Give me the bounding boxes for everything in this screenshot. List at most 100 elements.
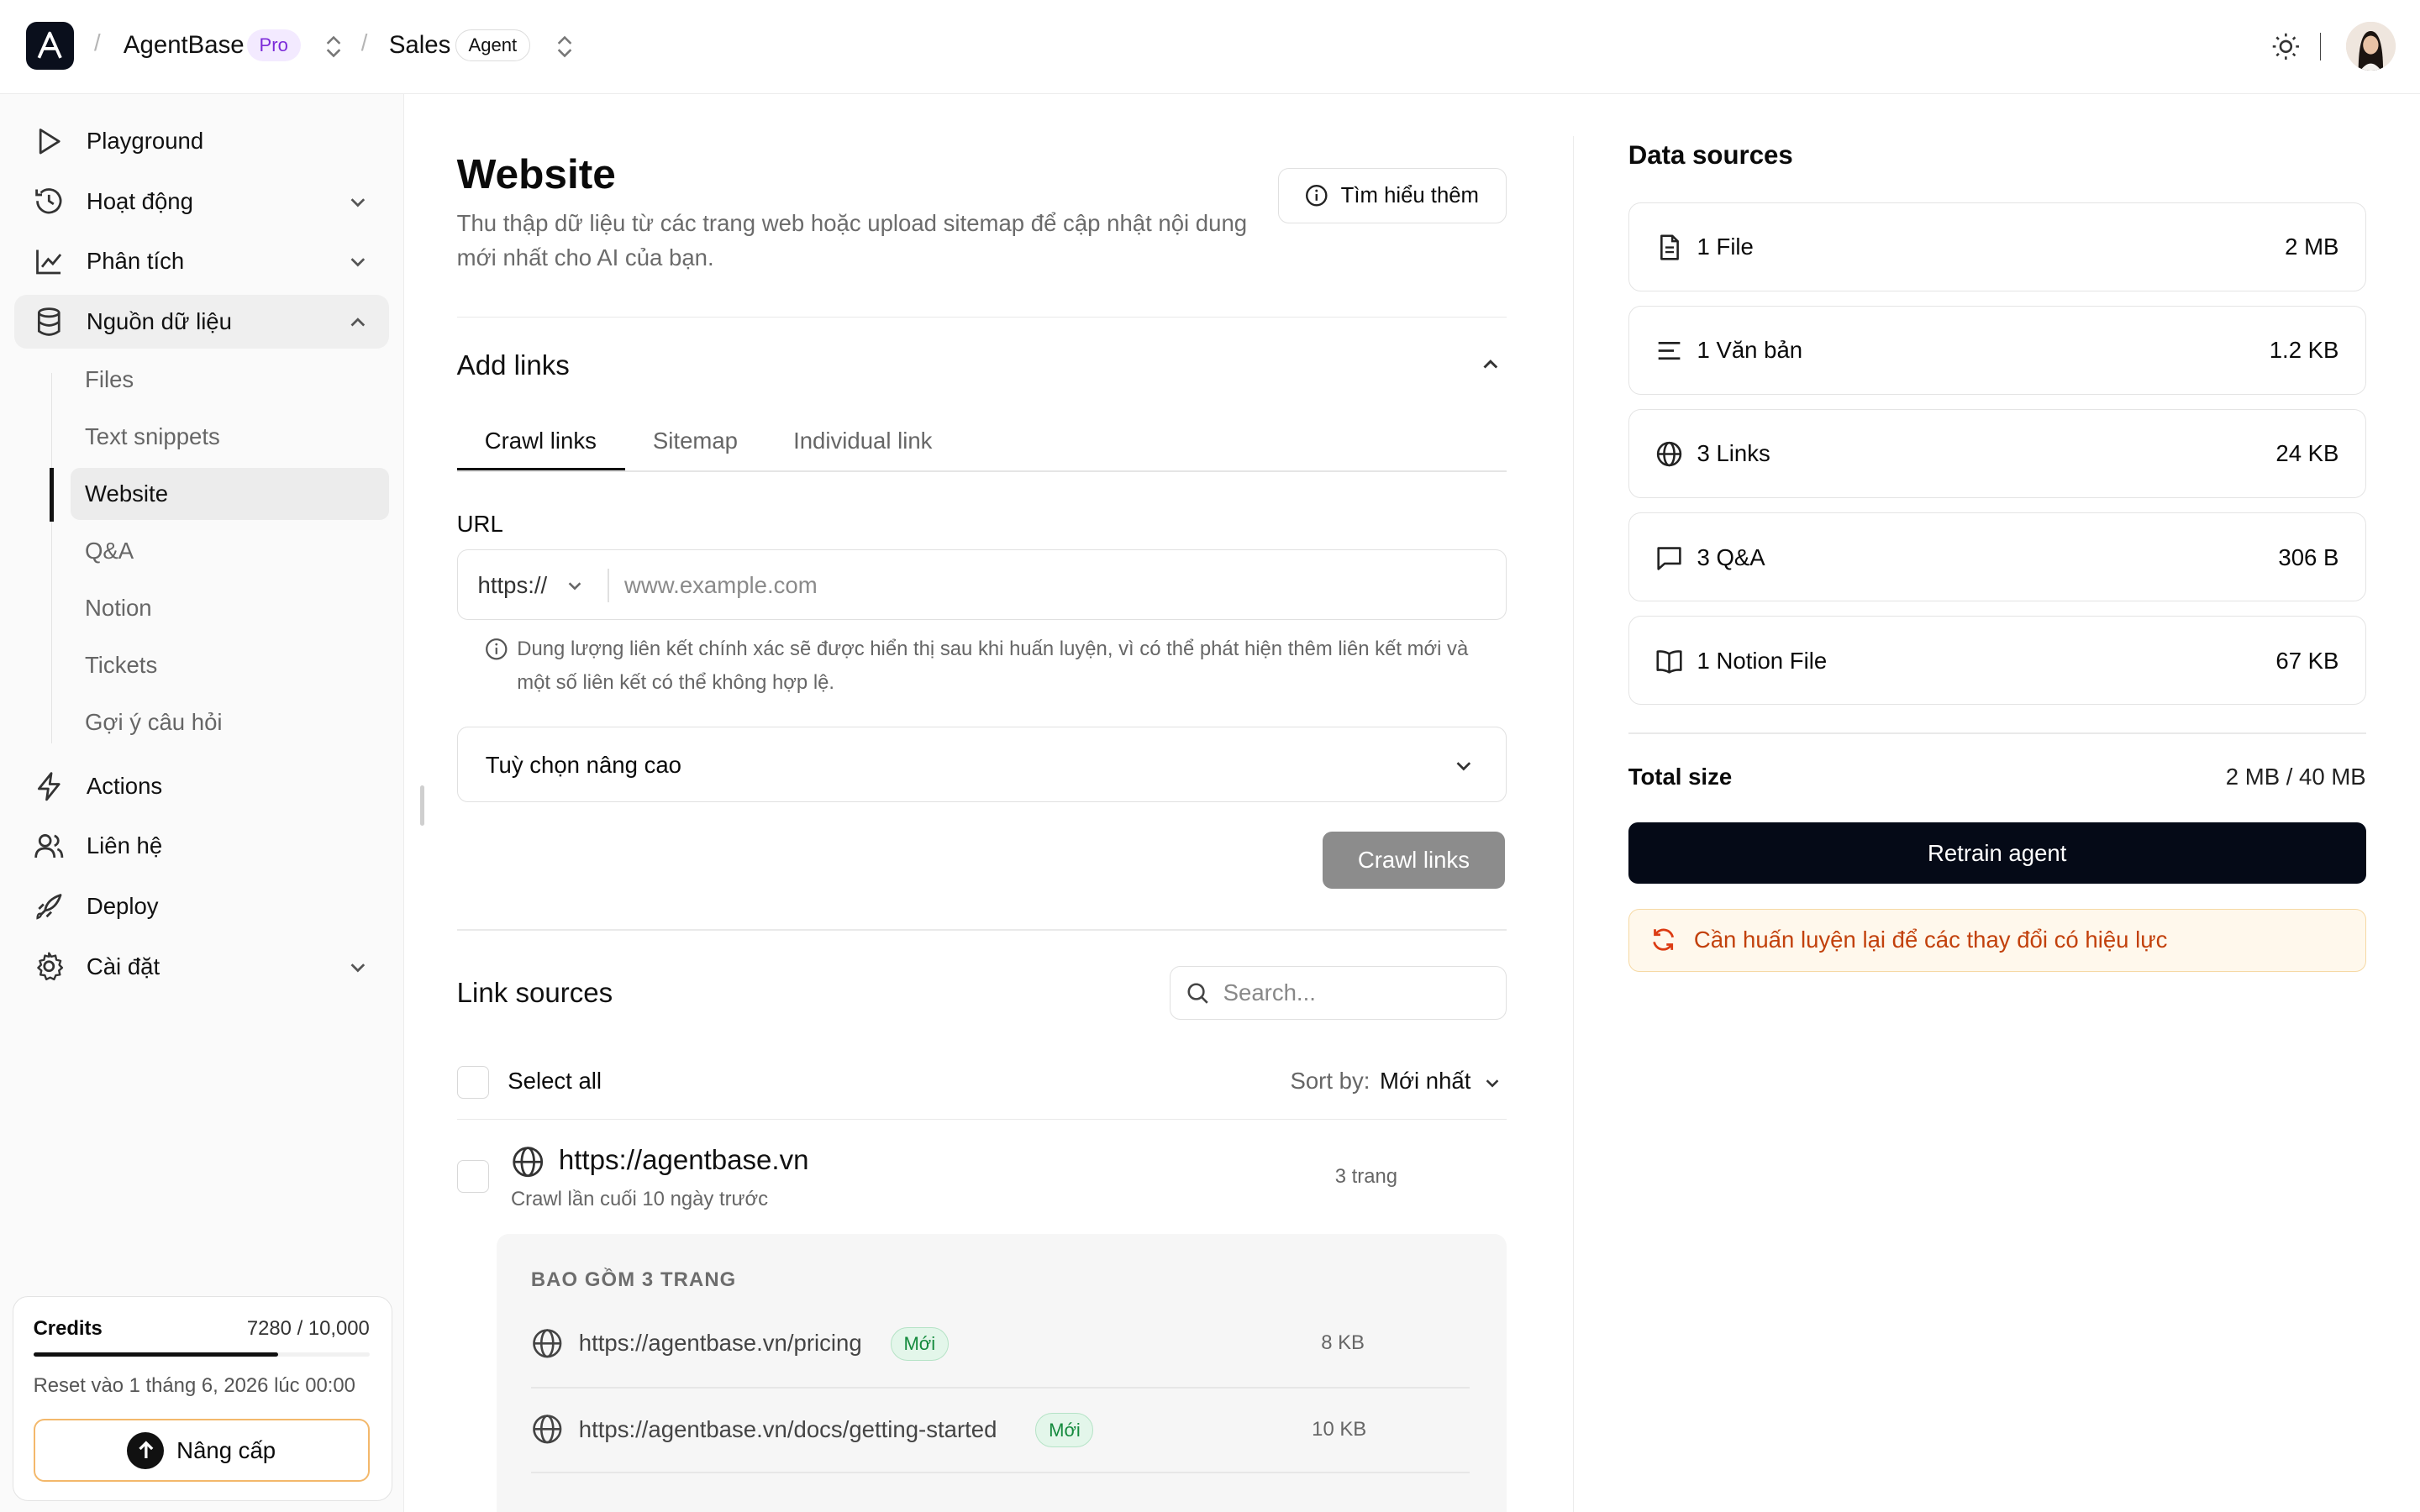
protocol-select[interactable]: https:// — [478, 572, 548, 599]
tab-individual-link[interactable]: Individual link — [793, 428, 932, 454]
book-icon — [1656, 649, 1682, 674]
chat-icon — [1657, 546, 1681, 570]
new-badge: Mới — [890, 1326, 949, 1361]
data-source-label: 1 Văn bản — [1697, 337, 1803, 364]
theme-toggle-sun-icon[interactable] — [2270, 31, 2302, 62]
url-input[interactable] — [624, 565, 1489, 606]
list-item[interactable]: https://agentbase.vn/docs/getting-starte… — [531, 1413, 1470, 1499]
sort-select[interactable]: Mới nhất — [1380, 1068, 1470, 1095]
user-avatar[interactable] — [2345, 21, 2396, 71]
sidebar-subitem-text-snippets[interactable]: Text snippets — [71, 411, 388, 463]
app-logo[interactable] — [26, 21, 75, 70]
data-source-size: 1.2 KB — [2269, 337, 2339, 364]
globe-icon — [533, 1328, 562, 1357]
agent-name[interactable]: Sales — [389, 31, 450, 60]
sidebar-item-analytics[interactable]: Phân tích — [14, 234, 389, 288]
tab-crawl-links[interactable]: Crawl links — [485, 428, 597, 454]
chevron-down-icon[interactable] — [566, 576, 584, 595]
select-all-checkbox[interactable] — [456, 1066, 490, 1099]
row-divider — [530, 1387, 1470, 1389]
tab-sitemap[interactable]: Sitemap — [653, 428, 738, 454]
chevron-down-icon — [350, 197, 366, 207]
data-source-files[interactable]: 1 File 2 MB — [1628, 202, 2366, 292]
data-source-notion[interactable]: 1 Notion File 67 KB — [1628, 615, 2366, 706]
retrain-agent-button[interactable]: Retrain agent — [1628, 822, 2366, 885]
submenu-rail — [50, 373, 53, 744]
sidebar-subitem-qa[interactable]: Q&A — [71, 524, 388, 576]
workspace-name[interactable]: AgentBase — [124, 31, 245, 60]
url-hint-text: Dung lượng liên kết chính xác sẽ được hi… — [517, 638, 1469, 695]
globe-icon — [1656, 442, 1682, 467]
chevron-down-icon — [1456, 762, 1471, 771]
data-source-text[interactable]: 1 Văn bản 1.2 KB — [1628, 305, 2366, 396]
panel-divider — [1572, 135, 1575, 1512]
sidebar-subitem-tickets[interactable]: Tickets — [71, 638, 388, 690]
sidebar-item-label: Deploy — [86, 893, 159, 920]
data-source-size: 24 KB — [2275, 440, 2339, 467]
breadcrumb-separator: / — [360, 29, 368, 55]
submenu-active-indicator — [49, 467, 55, 522]
sidebar-item-playground[interactable]: Playground — [14, 114, 389, 168]
sidebar-item-contacts[interactable]: Liên hệ — [14, 819, 389, 873]
arrow-up-circle-icon — [127, 1431, 165, 1469]
refresh-icon — [1653, 928, 1675, 951]
app-root: / AgentBase Pro / Sales Agent Playground… — [0, 0, 2420, 1512]
site-row-checkbox[interactable] — [456, 1160, 490, 1193]
data-source-links[interactable]: 3 Links 24 KB — [1628, 408, 2366, 499]
sidebar-subitem-website[interactable]: Website — [71, 467, 389, 520]
credits-reset-text: Reset vào 1 tháng 6, 2026 lúc 00:00 — [33, 1373, 355, 1397]
sidebar-resize-handle[interactable] — [419, 785, 425, 826]
learn-more-label: Tìm hiểu thêm — [1340, 183, 1479, 207]
list-item[interactable]: https://agentbase.vn/pricing Mới 8 KB — [531, 1326, 1470, 1414]
sidebar-item-deploy[interactable]: Deploy — [14, 879, 389, 933]
users-icon — [34, 834, 63, 858]
breadcrumb-separator: / — [94, 29, 101, 55]
file-icon — [1660, 234, 1679, 260]
sidebar-subitem-notion[interactable]: Notion — [71, 581, 388, 633]
sidebar-item-settings[interactable]: Cài đặt — [14, 940, 389, 994]
sidebar-subitem-files[interactable]: Files — [71, 354, 388, 406]
sidebar-item-activity[interactable]: Hoạt động — [14, 175, 389, 228]
data-source-qa[interactable]: 3 Q&A 306 B — [1628, 512, 2366, 602]
total-size-value: 2 MB / 40 MB — [2225, 764, 2366, 790]
page-url[interactable]: https://agentbase.vn/docs/getting-starte… — [579, 1416, 997, 1443]
sidebar-item-label: Actions — [86, 772, 163, 799]
upgrade-button[interactable]: Nâng cấp — [33, 1418, 370, 1483]
site-last-crawl: Crawl lần cuối 10 ngày trước — [510, 1188, 769, 1211]
learn-more-button[interactable]: Tìm hiểu thêm — [1277, 168, 1507, 224]
sidebar-item-label: Liên hệ — [86, 832, 163, 859]
search-icon — [1187, 983, 1208, 1004]
agent-switcher-icon[interactable] — [555, 33, 574, 60]
sidebar-item-label: Hoạt động — [86, 187, 193, 214]
credits-progress-fill — [33, 1352, 279, 1357]
header-divider — [2319, 32, 2322, 60]
sort-by-label: Sort by: — [1290, 1067, 1370, 1094]
database-icon — [37, 307, 60, 336]
retrain-warning-text: Cần huấn luyện lại để các thay đổi có hi… — [1693, 927, 2168, 953]
chevron-down-icon[interactable] — [1483, 1074, 1502, 1092]
advanced-options-label: Tuỳ chọn nâng cao — [485, 752, 681, 779]
site-url[interactable]: https://agentbase.vn — [559, 1145, 809, 1177]
collapse-chevron-up-icon[interactable] — [1480, 354, 1502, 375]
workspace-switcher-icon[interactable] — [324, 33, 343, 60]
site-pages-panel: BAO GỒM 3 TRANG https://agentbase.vn/pri… — [497, 1234, 1507, 1512]
search-input[interactable] — [1223, 974, 1494, 1012]
sidebar-item-label: Cài đặt — [86, 953, 160, 979]
sidebar-subitem-suggested-questions[interactable]: Gợi ý câu hỏi — [71, 696, 388, 748]
chart-icon — [35, 249, 61, 275]
active-tab-indicator — [456, 467, 625, 471]
info-icon — [485, 638, 508, 659]
data-sources-heading: Data sources — [1628, 140, 1793, 171]
divider — [456, 1118, 1507, 1121]
history-icon — [34, 188, 61, 214]
top-bar: / AgentBase Pro / Sales Agent — [0, 0, 2420, 95]
advanced-options-accordion[interactable]: Tuỳ chọn nâng cao — [456, 727, 1507, 803]
text-lines-icon — [1658, 342, 1681, 360]
sidebar-item-label: Nguồn dữ liệu — [86, 307, 232, 334]
sidebar-item-data-sources[interactable]: Nguồn dữ liệu — [13, 294, 389, 349]
crawl-links-button[interactable]: Crawl links — [1323, 831, 1505, 889]
sidebar-item-actions[interactable]: Actions — [14, 759, 389, 813]
data-source-label: 1 File — [1697, 234, 1754, 260]
page-url[interactable]: https://agentbase.vn/pricing — [579, 1330, 862, 1357]
gear-icon — [36, 952, 63, 981]
